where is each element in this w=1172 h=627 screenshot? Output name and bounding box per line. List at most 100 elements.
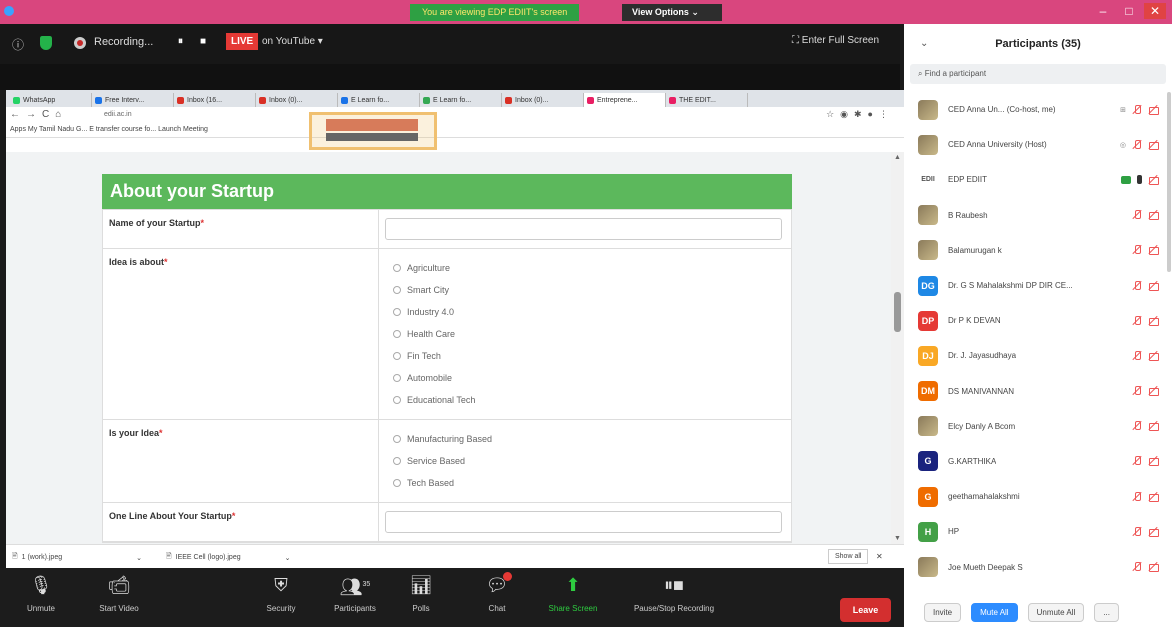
url-field[interactable]: edii.ac.in — [104, 111, 132, 118]
radio-button[interactable] — [393, 264, 401, 272]
radio-label: Agriculture — [407, 263, 451, 273]
participant-row[interactable]: DP Dr P K DEVAN — [904, 303, 1172, 338]
participant-row[interactable]: Ggeethamahalakshmi — [904, 479, 1172, 514]
participant-row[interactable]: H HP — [904, 514, 1172, 549]
minimize-button[interactable]: – — [1092, 3, 1114, 19]
leave-meeting-button[interactable]: Leave — [840, 598, 891, 622]
idea-option[interactable]: Educational Tech — [385, 389, 785, 411]
close-window-button[interactable]: ✕ — [1144, 3, 1166, 19]
browser-tab[interactable]: THE EDIT... — [666, 93, 748, 107]
unmute-all-button[interactable]: Unmute All — [1027, 602, 1085, 622]
idea-type-option[interactable]: Service Based — [385, 450, 785, 472]
stop-recording-button[interactable]: ■ — [200, 36, 206, 47]
participant-row[interactable]: EDII EDP EDIIT — [904, 162, 1172, 197]
chat-icon: 💬︎ — [485, 575, 509, 595]
idea-option[interactable]: Health Care — [385, 323, 785, 345]
participant-row[interactable]: Elcy Danly A Bcom — [904, 409, 1172, 444]
idea-type-option[interactable]: Manufacturing Based — [385, 428, 785, 450]
idea-option[interactable]: Automobile — [385, 367, 785, 389]
participant-row[interactable]: DM DS MANIVANNAN — [904, 374, 1172, 409]
shield-icon: ⛨ — [274, 575, 288, 595]
security-button[interactable]: ⛨ Security — [246, 574, 316, 613]
participant-row[interactable]: Joe Mueth Deepak S — [904, 549, 1172, 584]
share-screen-icon: ⬆ — [565, 575, 581, 595]
participant-name: B Raubesh — [948, 210, 988, 220]
page-scrollbar[interactable]: ▲ ▼ — [891, 152, 904, 544]
radio-button[interactable] — [393, 457, 401, 465]
idea-option[interactable]: Fin Tech — [385, 345, 785, 367]
start-video-button[interactable]: 📹︎ Start Video — [84, 574, 154, 613]
browser-tab[interactable]: Free Interv... — [92, 93, 174, 107]
participant-row[interactable]: CED Anna University (Host) ◎ — [904, 127, 1172, 162]
video-off-icon — [1148, 562, 1159, 573]
participant-row[interactable]: DJ Dr. J. Jayasudhaya — [904, 338, 1172, 373]
participant-name: Joe Mueth Deepak S — [948, 562, 1023, 572]
radio-button[interactable] — [393, 435, 401, 443]
form-section-header: About your Startup — [102, 174, 792, 209]
browser-tab[interactable]: Inbox (16... — [174, 93, 256, 107]
download-item[interactable]: 🖹 1 (work).jpeg ⌄ — [12, 552, 142, 563]
pause-stop-recording-button[interactable]: ⏸■ Pause/Stop Recording — [624, 574, 724, 613]
radio-button[interactable] — [393, 286, 401, 294]
unmute-button[interactable]: 🎙︎ Unmute — [6, 574, 76, 613]
participant-name: geethamahalakshmi — [948, 492, 1020, 502]
browser-tab[interactable]: WhatsApp — [10, 93, 92, 107]
share-screen-button[interactable]: ⬆ Share Screen — [538, 574, 608, 613]
download-item[interactable]: 🖹 IEEE Cell (logo).jpeg ⌄ — [166, 552, 291, 563]
browser-actions[interactable]: ☆◉✱●⋮ — [826, 109, 894, 120]
more-options-button[interactable]: ... — [1094, 602, 1119, 622]
nav-buttons[interactable]: ←→C⌂ — [10, 109, 67, 120]
participant-row[interactable]: Balamurugan k — [904, 233, 1172, 268]
idea-option[interactable]: Industry 4.0 — [385, 301, 785, 323]
invite-button[interactable]: Invite — [924, 602, 962, 622]
idea-option[interactable]: Agriculture — [385, 257, 785, 279]
form-row: Idea is about* Agriculture Smart City Indu… — [103, 249, 791, 420]
browser-tab[interactable]: Inbox (0)... — [256, 93, 338, 107]
scroll-thumb[interactable] — [894, 292, 901, 332]
participant-row[interactable]: B Raubesh — [904, 198, 1172, 233]
enter-fullscreen-button[interactable]: ⛶ Enter Full Screen — [792, 35, 879, 46]
browser-tab[interactable]: Inbox (0)... — [502, 93, 584, 107]
info-icon[interactable]: ⓘ — [12, 36, 24, 53]
scroll-up-icon[interactable]: ▲ — [894, 154, 901, 161]
pause-recording-button[interactable]: ⏸ — [178, 36, 183, 47]
radio-button[interactable] — [393, 396, 401, 404]
chat-button[interactable]: 💬︎ Chat — [462, 572, 532, 613]
radio-button[interactable] — [393, 352, 401, 360]
live-target-dropdown[interactable]: on YouTube ▾ — [262, 36, 323, 47]
screen-share-banner: You are viewing EDP EDIIT's screen — [410, 4, 580, 21]
mute-all-button[interactable]: Mute All — [971, 602, 1018, 622]
radio-label: Health Care — [407, 329, 456, 339]
avatar: DM — [918, 381, 938, 402]
web-page: About your Startup Name of your Startup*… — [6, 152, 891, 544]
panel-scrollbar[interactable] — [1167, 92, 1171, 272]
browser-tab[interactable]: E Learn fo... — [420, 93, 502, 107]
browser-tab[interactable]: E Learn fo... — [338, 93, 420, 107]
startup-name-input[interactable] — [385, 218, 782, 240]
maximize-button[interactable]: □ — [1118, 3, 1140, 19]
radio-button[interactable] — [393, 479, 401, 487]
participant-row[interactable]: DG Dr. G S Mahalakshmi DP DIR CE... — [904, 268, 1172, 303]
idea-type-option[interactable]: Tech Based — [385, 472, 785, 494]
participants-button[interactable]: 👥︎35 Participants — [320, 574, 390, 613]
scroll-down-icon[interactable]: ▼ — [894, 535, 901, 542]
polls-button[interactable]: 📊︎ Polls — [386, 574, 456, 613]
bookmarks-bar[interactable]: Apps My Tamil Nadu G... E transfer cours… — [6, 123, 904, 138]
participant-search-input[interactable]: ⌕ Find a participant — [910, 64, 1166, 84]
video-off-icon — [1148, 105, 1159, 115]
close-downloads-button[interactable]: ✕ — [876, 552, 883, 561]
radio-button[interactable] — [393, 308, 401, 316]
file-icon: 🖹 — [12, 553, 18, 560]
browser-tab[interactable]: Entreprene... — [584, 93, 666, 107]
idea-option[interactable]: Smart City — [385, 279, 785, 301]
radio-button[interactable] — [393, 374, 401, 382]
radio-button[interactable] — [393, 330, 401, 338]
panel-footer: Invite Mute All Unmute All ... — [904, 597, 1172, 627]
participant-row[interactable]: G G.KARTHIKA — [904, 444, 1172, 479]
one-line-input[interactable] — [385, 511, 782, 533]
encryption-shield-icon[interactable] — [40, 36, 52, 50]
tab-label: Entreprene... — [597, 96, 638, 104]
show-all-downloads-button[interactable]: Show all — [828, 549, 869, 564]
view-options-button[interactable]: View Options ⌄ — [622, 4, 722, 21]
participant-row[interactable]: CED Anna Un... (Co-host, me) ⊞ — [904, 92, 1172, 127]
